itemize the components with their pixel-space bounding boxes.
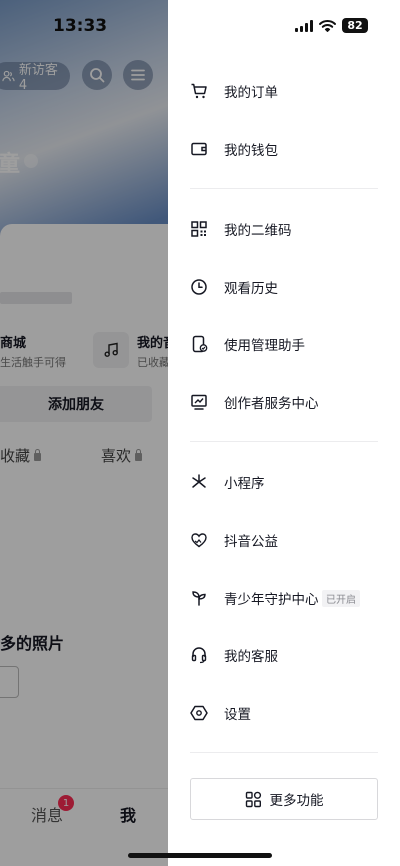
menu-item-label: 使用管理助手 bbox=[224, 338, 305, 354]
menu-item-label: 我的钱包 bbox=[224, 143, 278, 159]
monitor-chart-icon bbox=[190, 393, 208, 411]
wifi-icon bbox=[319, 19, 336, 32]
menu-item-label: 观看历史 bbox=[224, 281, 278, 297]
menu-item-charity[interactable]: 抖音公益 bbox=[168, 520, 400, 560]
menu-item-teen-protection[interactable]: 青少年守护中心 已开启 bbox=[168, 578, 400, 618]
more-features-button[interactable]: 更多功能 bbox=[190, 778, 378, 820]
divider bbox=[190, 441, 378, 442]
enabled-tag: 已开启 bbox=[322, 589, 360, 607]
menu-item-label: 设置 bbox=[224, 707, 251, 723]
apps-grid-icon bbox=[245, 791, 261, 807]
menu-item-label: 我的订单 bbox=[224, 85, 278, 101]
menu-item-usage-manager[interactable]: 使用管理助手 bbox=[168, 324, 400, 364]
cellular-signal-icon bbox=[295, 19, 313, 32]
cart-icon bbox=[190, 82, 208, 100]
headset-icon bbox=[190, 646, 208, 664]
wallet-icon bbox=[190, 140, 208, 158]
home-indicator[interactable] bbox=[128, 853, 272, 858]
hexagon-settings-icon bbox=[190, 704, 208, 722]
divider bbox=[190, 752, 378, 753]
qrcode-icon bbox=[190, 220, 208, 238]
asterisk-icon bbox=[190, 473, 208, 491]
menu-item-customer-service[interactable]: 我的客服 bbox=[168, 635, 400, 675]
menu-item-label: 小程序 bbox=[224, 476, 265, 492]
heart-hand-icon bbox=[190, 531, 208, 549]
menu-item-settings[interactable]: 设置 bbox=[168, 693, 400, 733]
menu-item-watch-history[interactable]: 观看历史 bbox=[168, 267, 400, 307]
menu-item-orders[interactable]: 我的订单 bbox=[168, 71, 400, 111]
menu-item-wallet[interactable]: 我的钱包 bbox=[168, 129, 400, 169]
menu-item-label: 我的二维码 bbox=[224, 223, 292, 239]
battery-indicator: 82 bbox=[342, 18, 368, 33]
menu-item-label: 抖音公益 bbox=[224, 534, 278, 550]
side-drawer: 82 我的订单 我的钱包 我的二维码 观看历史 使用管理助手 创作者服务中心 小… bbox=[168, 0, 400, 866]
menu-item-label: 我的客服 bbox=[224, 649, 278, 665]
divider bbox=[190, 188, 378, 189]
menu-item-qrcode[interactable]: 我的二维码 bbox=[168, 209, 400, 249]
phone-check-icon bbox=[190, 335, 208, 353]
menu-item-label: 青少年守护中心 bbox=[224, 592, 319, 608]
status-indicators: 82 bbox=[295, 18, 368, 33]
menu-item-label: 创作者服务中心 bbox=[224, 396, 319, 412]
menu-item-mini-programs[interactable]: 小程序 bbox=[168, 462, 400, 502]
more-features-label: 更多功能 bbox=[269, 793, 324, 809]
sprout-icon bbox=[190, 589, 208, 607]
menu-item-creator-center[interactable]: 创作者服务中心 bbox=[168, 382, 400, 422]
clock-icon bbox=[190, 278, 208, 296]
